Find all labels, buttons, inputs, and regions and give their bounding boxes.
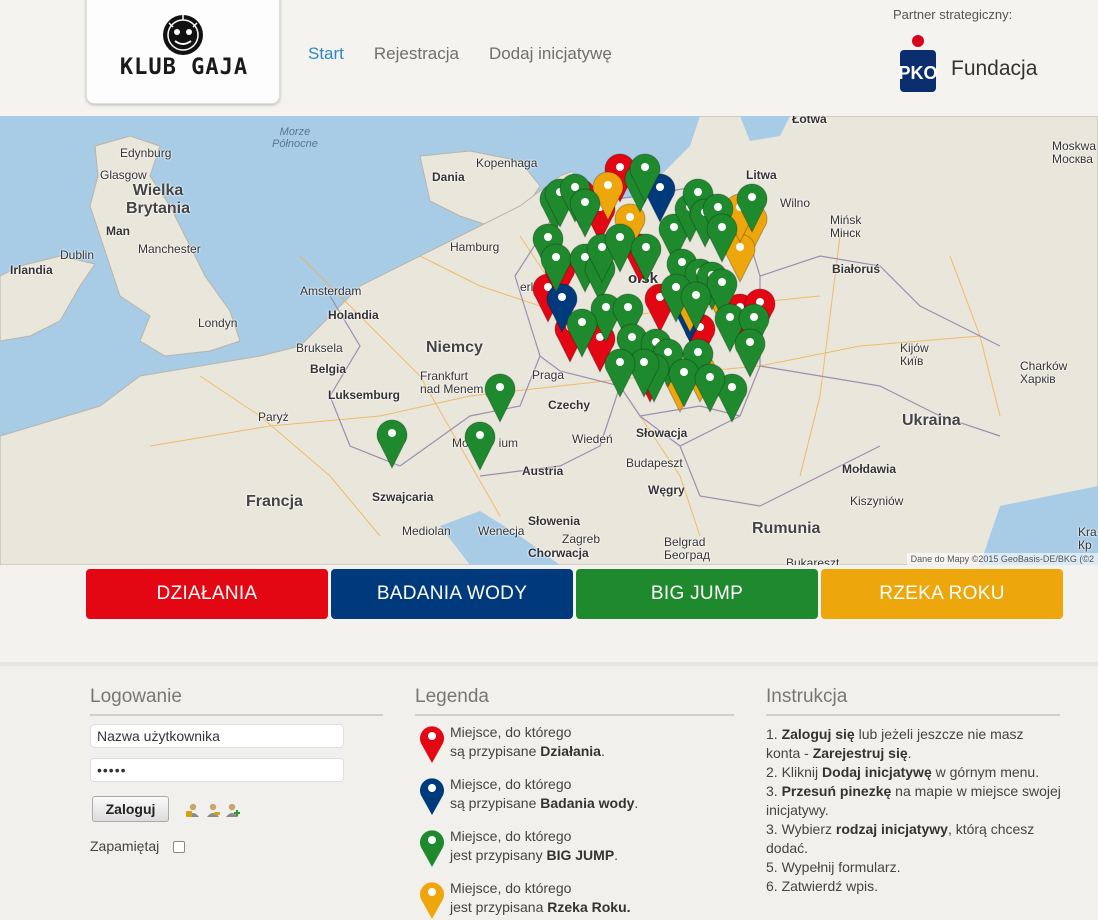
step-text: 3. Wybierz xyxy=(766,821,836,837)
legend-item-rzeka-roku: Miejsce, do którego jest przypisana Rzeka… xyxy=(418,879,631,919)
pko-logo-icon[interactable]: PKO xyxy=(896,34,940,94)
map-pin[interactable] xyxy=(630,233,662,284)
legend-title: Legenda xyxy=(415,686,734,716)
initiatives-map[interactable]: Morze Północne Edynburg Glasgow Wielka B… xyxy=(0,116,1098,565)
pin-layer xyxy=(376,153,776,472)
login-title: Logowanie xyxy=(90,686,383,716)
legend-line1: Miejsce, do którego xyxy=(450,828,572,844)
legend-line1: Miejsce, do którego xyxy=(450,776,572,792)
nav-rejestracja[interactable]: Rejestracja xyxy=(374,44,459,64)
legend-bold: Działania xyxy=(540,743,601,759)
legend-line2: jest przypisany xyxy=(450,847,547,863)
blue-pin-icon xyxy=(420,778,444,815)
category-dzialania-button[interactable]: DZIAŁANIA xyxy=(86,569,328,619)
legend-bold: Badania wody xyxy=(540,795,635,811)
green-pin-icon xyxy=(420,830,444,867)
user-key-icon[interactable] xyxy=(205,802,221,818)
legend-post: . xyxy=(634,795,639,811)
step-bold: rodzaj inicjatywy xyxy=(835,821,948,837)
step-bold: Zarejestruj się xyxy=(812,745,908,761)
instructions-title: Instrukcja xyxy=(766,686,1060,716)
red-pin-icon xyxy=(420,726,444,763)
map-pin[interactable] xyxy=(694,363,726,414)
nav-dodaj-inicjatywe[interactable]: Dodaj inicjatywę xyxy=(489,44,612,64)
step-text: w górnym menu. xyxy=(931,764,1040,780)
username-field[interactable]: Nazwa użytkownika xyxy=(90,724,344,748)
legend-line1: Miejsce, do którego xyxy=(450,880,572,896)
instruction-step-4: 3. Wybierz rodzaj inicjatywy, którą chce… xyxy=(766,820,1061,858)
remember-checkbox[interactable] xyxy=(173,841,185,853)
legend-item-big-jump: Miejsce, do którego jest przypisany BIG J… xyxy=(418,827,618,867)
legend-line1: Miejsce, do którego xyxy=(450,724,572,740)
legend-bold: Rzeka Roku. xyxy=(547,899,631,915)
legend-bold: BIG JUMP xyxy=(546,847,615,863)
nav-start[interactable]: Start xyxy=(308,44,344,64)
logo-text: KLUB GAJA xyxy=(119,55,249,80)
lock-user-icon[interactable] xyxy=(185,802,201,818)
map-pin[interactable] xyxy=(376,419,408,470)
legend-post: . xyxy=(614,847,619,863)
instruction-step-1: 1. Zaloguj się lub jeżeli jeszcze nie ma… xyxy=(766,725,1061,763)
step-bold: Dodaj inicjatywę xyxy=(822,764,932,780)
step-text: 3. xyxy=(766,783,782,799)
instructions-list: 1. Zaloguj się lub jeżeli jeszcze nie ma… xyxy=(766,725,1061,896)
step-text: 1. xyxy=(766,726,782,742)
category-badania-wody-button[interactable]: BADANIA WODY xyxy=(331,569,573,619)
category-bar: DZIAŁANIA BADANIA WODY BIG JUMP RZEKA RO… xyxy=(86,569,1063,619)
instruction-step-2: 2. Kliknij Dodaj inicjatywę w górnym men… xyxy=(766,763,1061,782)
instruction-step-3: 3. Przesuń pinezkę na mapie w miejsce sw… xyxy=(766,782,1061,820)
instruction-step-5: 5. Wypełnij formularz. xyxy=(766,859,901,875)
legend-item-badania-wody: Miejsce, do którego są przypisane Badania… xyxy=(418,775,638,815)
step-bold: Zaloguj się xyxy=(781,726,855,742)
category-rzeka-roku-button[interactable]: RZEKA ROKU xyxy=(821,569,1063,619)
map-pin[interactable] xyxy=(484,373,516,424)
orange-pin-icon xyxy=(420,882,444,919)
add-user-icon[interactable] xyxy=(225,802,241,818)
password-field[interactable]: ••••• xyxy=(90,758,344,782)
legend-line2: są przypisane xyxy=(450,795,541,811)
category-big-jump-button[interactable]: BIG JUMP xyxy=(576,569,818,619)
map-pin[interactable] xyxy=(604,348,636,399)
main-nav: Start Rejestracja Dodaj inicjatywę xyxy=(308,44,612,64)
step-bold: Przesuń pinezkę xyxy=(781,783,892,799)
legend-post: . xyxy=(600,743,605,759)
legend-item-dzialania: Miejsce, do którego są przypisane Działan… xyxy=(418,723,605,763)
map-pin[interactable] xyxy=(734,328,766,379)
remember-label: Zapamiętaj xyxy=(90,838,160,854)
instruction-step-6: 6. Zatwierdź wpis. xyxy=(766,878,879,894)
step-text: . xyxy=(907,745,912,761)
map-attribution: Dane do Mapy ©2015 GeoBasis-DE/BKG (©2 xyxy=(906,553,1098,565)
svg-text:PKO: PKO xyxy=(898,63,937,83)
site-logo[interactable]: KLUB GAJA xyxy=(86,0,280,104)
earth-face-icon xyxy=(163,15,203,55)
account-icons xyxy=(185,802,241,818)
site-header: KLUB GAJA Start Rejestracja Dodaj inicja… xyxy=(0,0,1098,116)
partner-label: Partner strategiczny: xyxy=(893,7,1013,22)
legend-line2: są przypisane xyxy=(450,743,541,759)
partner-name[interactable]: Fundacja xyxy=(951,57,1037,81)
login-button[interactable]: Zaloguj xyxy=(92,796,169,822)
map-pin[interactable] xyxy=(464,421,496,472)
step-text: 2. Kliknij xyxy=(766,764,823,780)
legend-line2: jest przypisana xyxy=(450,899,548,915)
